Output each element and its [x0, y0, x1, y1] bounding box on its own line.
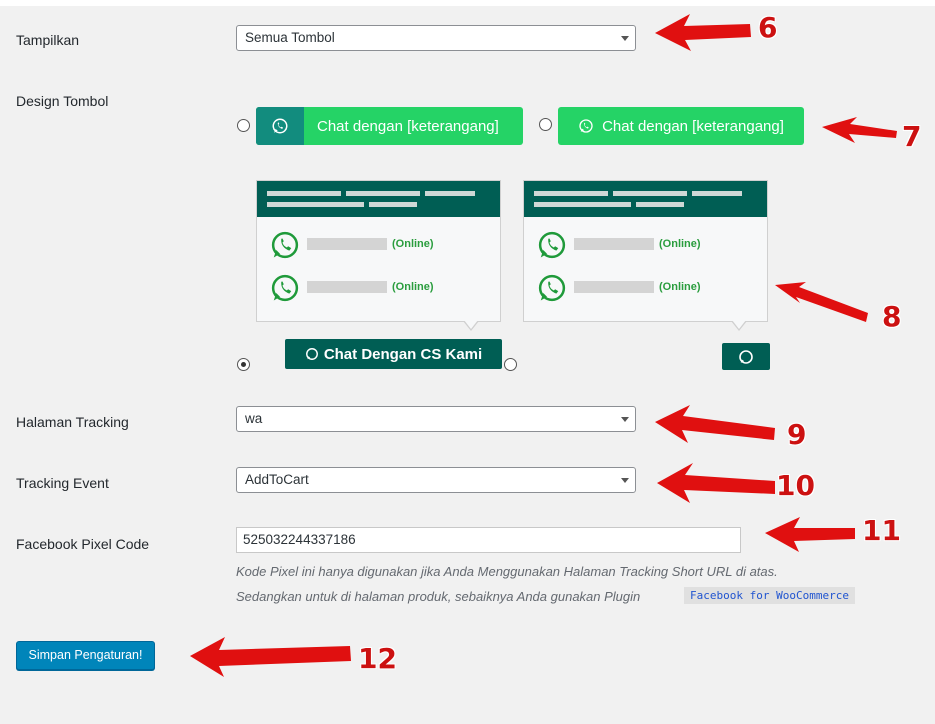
arrow-icon [657, 463, 775, 503]
arrow-icon [190, 637, 351, 677]
annotation-8: 8 [882, 300, 902, 333]
annotation-11: 11 [862, 514, 901, 547]
arrow-icon [775, 282, 868, 322]
arrow-icon [655, 14, 751, 51]
annotation-9: 9 [787, 418, 807, 451]
arrow-icon [822, 117, 897, 143]
annotation-arrows [190, 14, 897, 677]
annotation-10: 10 [776, 469, 815, 502]
arrow-icon [765, 517, 855, 552]
annotation-7: 7 [902, 120, 922, 153]
annotation-12: 12 [358, 642, 397, 675]
arrow-icon [655, 405, 775, 443]
annotation-6: 6 [758, 11, 778, 44]
